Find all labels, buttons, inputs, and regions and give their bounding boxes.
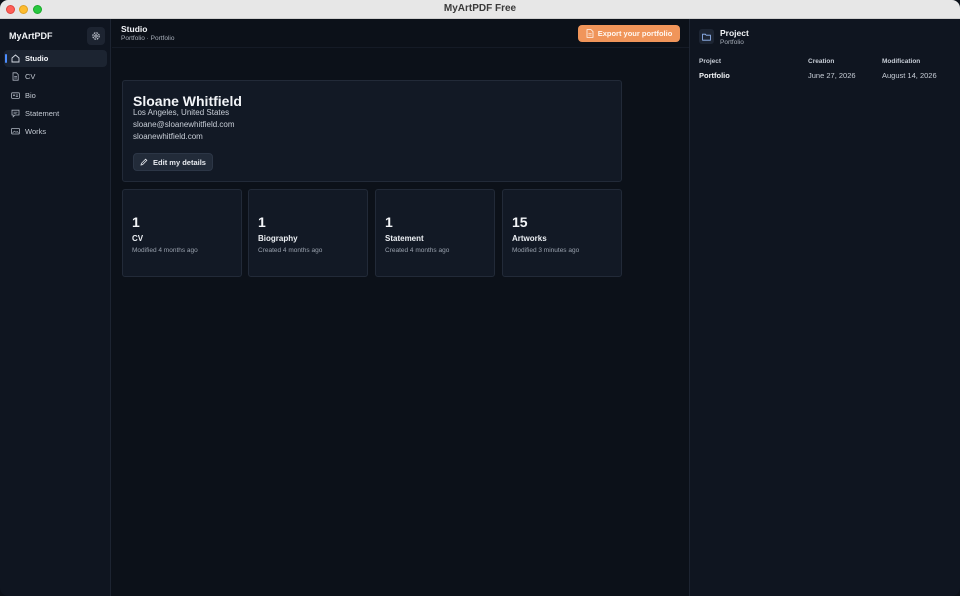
stat-label: Artworks	[512, 234, 547, 243]
page-title: Studio	[121, 24, 148, 34]
home-icon	[11, 54, 20, 63]
sidebar-item-statement[interactable]: Statement	[4, 105, 107, 122]
export-portfolio-button[interactable]: Export your portfolio	[578, 25, 680, 42]
stat-timestamp: Created 4 months ago	[385, 247, 450, 254]
sidebar-item-label: Works	[25, 127, 47, 137]
stat-count: 1	[132, 214, 140, 230]
project-panel-title: Project	[720, 28, 749, 38]
window-title: MyArtPDF Free	[443, 3, 517, 14]
edit-button-label: Edit my details	[153, 157, 206, 167]
title-bar: MyArtPDF Free	[0, 0, 960, 19]
stat-timestamp: Modified 4 months ago	[132, 247, 198, 254]
gear-icon	[91, 31, 101, 41]
pdf-file-icon	[586, 29, 594, 38]
app-window: MyArtPDF Free MyArtPDF Studio CV Bio Sta…	[0, 0, 960, 596]
settings-button[interactable]	[87, 27, 105, 45]
page-header: Studio Portfolio · Portfolio Export your…	[112, 19, 689, 48]
stat-count: 15	[512, 214, 528, 230]
sidebar-nav: Studio CV Bio Statement Works	[4, 50, 107, 141]
stat-card-biography[interactable]: 1 Biography Created 4 months ago	[248, 189, 368, 277]
sidebar-item-cv[interactable]: CV	[4, 68, 107, 85]
artist-website: sloanewhitfield.com	[133, 132, 203, 141]
gallery-icon	[11, 127, 20, 136]
project-panel-subtitle: Portfolio	[720, 39, 744, 46]
project-name-cell[interactable]: Portfolio	[699, 71, 730, 80]
stat-count: 1	[385, 214, 393, 230]
artist-location: Los Angeles, United States	[133, 108, 230, 117]
breadcrumb: Portfolio · Portfolio	[121, 35, 175, 42]
stat-label: Biography	[258, 234, 298, 243]
sidebar-item-label: Statement	[25, 108, 60, 118]
sidebar: MyArtPDF Studio CV Bio Statement Works	[0, 19, 111, 596]
artist-name: Sloane Whitfield	[133, 93, 242, 109]
artist-email: sloane@sloanewhitfield.com	[133, 120, 235, 129]
modification-date-cell: August 14, 2026	[882, 71, 937, 80]
edit-details-button[interactable]: Edit my details	[133, 153, 213, 171]
document-icon	[11, 72, 20, 81]
sidebar-item-works[interactable]: Works	[4, 123, 107, 140]
project-icon-box	[699, 29, 714, 44]
column-header-project: Project	[699, 58, 722, 65]
stat-card-cv[interactable]: 1 CV Modified 4 months ago	[122, 189, 242, 277]
app-name: MyArtPDF	[9, 31, 53, 41]
column-header-modification: Modification	[882, 58, 921, 65]
stat-count: 1	[258, 214, 266, 230]
profile-card: Sloane Whitfield Los Angeles, United Sta…	[122, 80, 622, 182]
stat-card-artworks[interactable]: 15 Artworks Modified 3 minutes ago	[502, 189, 622, 277]
sidebar-item-label: Bio	[25, 90, 36, 100]
creation-date-cell: June 27, 2026	[808, 71, 856, 80]
sidebar-item-label: Studio	[25, 54, 49, 63]
stat-card-statement[interactable]: 1 Statement Created 4 months ago	[375, 189, 495, 277]
stat-label: Statement	[385, 234, 424, 243]
export-button-label: Export your portfolio	[597, 29, 673, 38]
project-panel: Project Portfolio Project Creation Modif…	[689, 19, 960, 596]
sidebar-item-label: CV	[25, 72, 36, 82]
pencil-icon	[140, 158, 148, 166]
stat-timestamp: Created 4 months ago	[258, 247, 323, 254]
column-header-creation: Creation	[808, 58, 835, 65]
stat-label: CV	[132, 234, 144, 243]
id-card-icon	[11, 91, 20, 100]
speech-bubble-icon	[11, 109, 20, 118]
sidebar-item-studio[interactable]: Studio	[4, 50, 107, 67]
folder-icon	[702, 33, 711, 41]
stat-timestamp: Modified 3 minutes ago	[512, 247, 580, 254]
sidebar-item-bio[interactable]: Bio	[4, 87, 107, 104]
